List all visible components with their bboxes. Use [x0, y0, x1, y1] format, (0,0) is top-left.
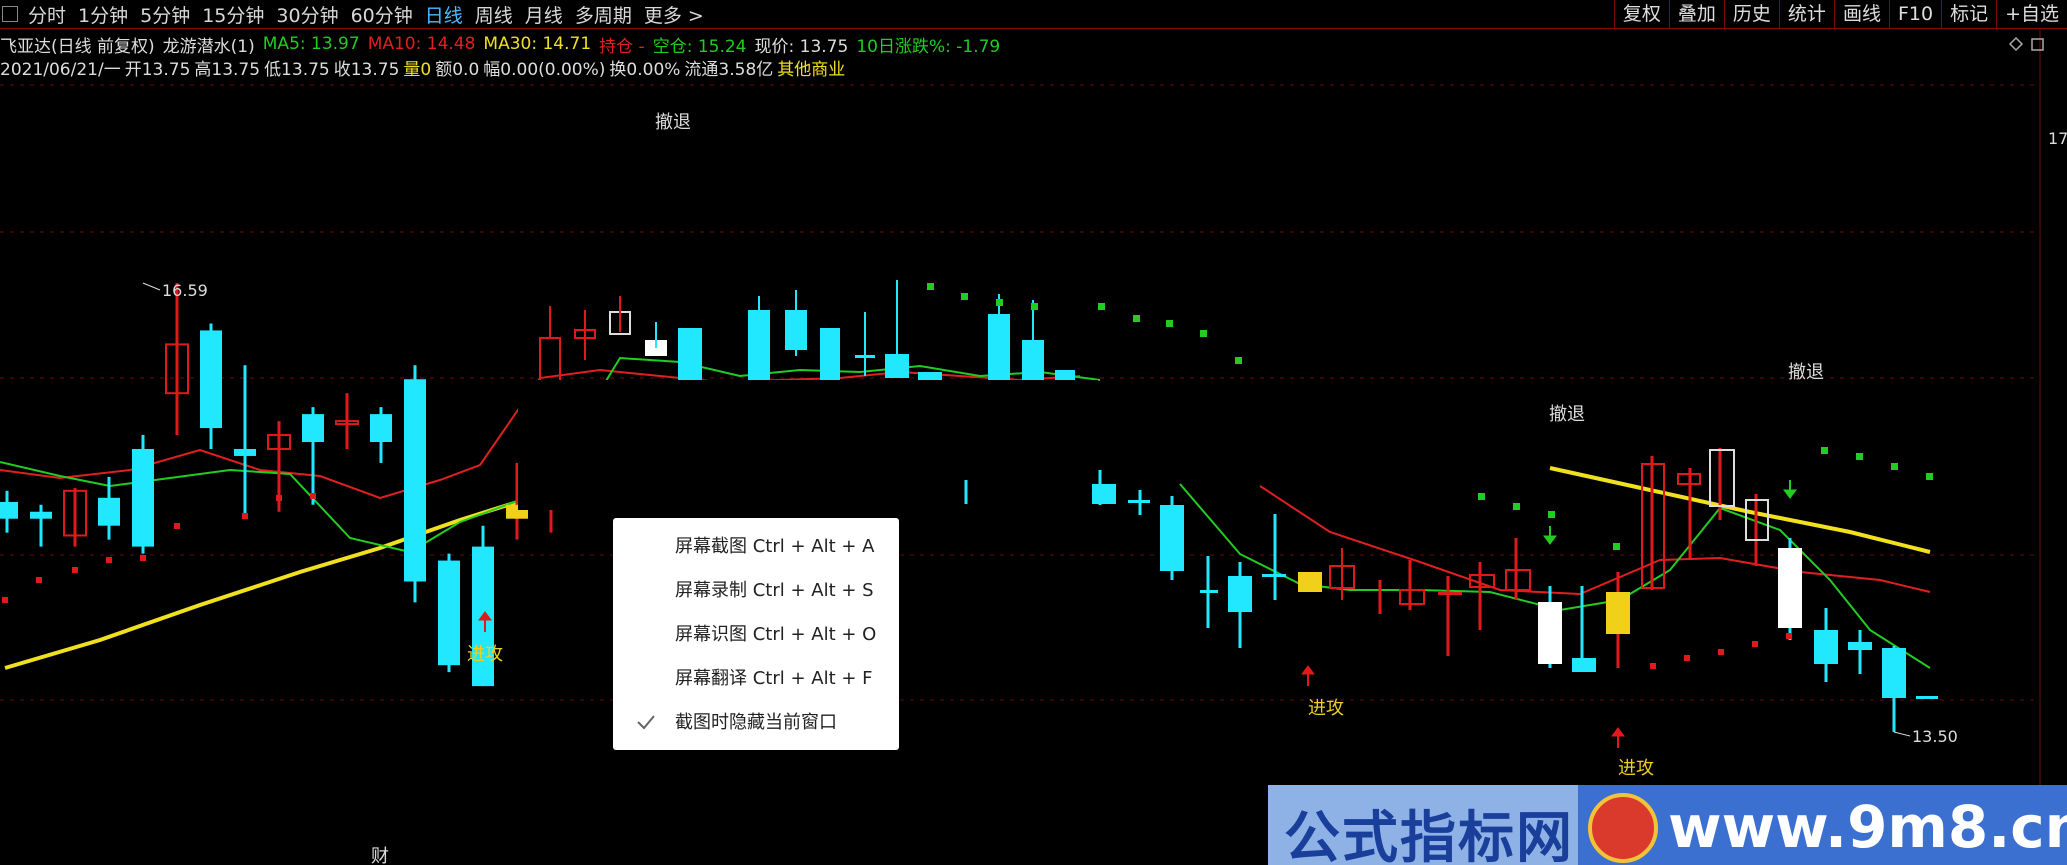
tab-more[interactable]: 更多 >: [638, 1, 710, 28]
candle-body: [234, 448, 256, 456]
ma10-line-right: [1259, 485, 1931, 596]
tab-weekly[interactable]: 周线: [469, 1, 519, 28]
statistics-button[interactable]: 统计: [1778, 0, 1834, 28]
overlay-button[interactable]: 叠加: [1668, 0, 1724, 28]
candles-group: [0, 283, 563, 687]
add-watchlist-button[interactable]: +自选: [1996, 0, 2067, 28]
tab-30min[interactable]: 30分钟: [270, 1, 344, 28]
tab-1min[interactable]: 1分钟: [72, 1, 134, 28]
menu-item-screen-ocr[interactable]: 屏幕识图 Ctrl + Alt + O: [675, 620, 876, 650]
tab-5min[interactable]: 5分钟: [134, 1, 196, 28]
menu-item-screen-translate[interactable]: 屏幕翻译 Ctrl + Alt + F: [675, 664, 873, 694]
ma30-line-right: [1549, 466, 1931, 554]
toolbar-right-buttons: 复权 叠加 历史 统计 画线 F10 标记 +自选: [1613, 0, 2067, 28]
restore-rights-button[interactable]: 复权: [1613, 0, 1669, 28]
tab-monthly[interactable]: 月线: [519, 1, 569, 28]
high-price-marker: 16.59: [142, 281, 208, 300]
menu-icon[interactable]: [2, 6, 18, 22]
retreat-label: 撤退: [1549, 404, 1585, 425]
tab-fenshi[interactable]: 分时: [22, 1, 72, 28]
candle-body: [0, 501, 18, 519]
tab-multi-period[interactable]: 多周期: [569, 1, 638, 28]
candle-body: [302, 414, 324, 443]
attack-label: 进攻: [467, 644, 503, 665]
chart-mask: [518, 380, 1098, 510]
history-button[interactable]: 历史: [1723, 0, 1779, 28]
candle-body: [370, 414, 392, 443]
diamond-icon[interactable]: [2008, 36, 2024, 52]
period-toolbar: 分时 1分钟 5分钟 15分钟 30分钟 60分钟 日线 周线 月线 多周期 更…: [0, 0, 2067, 29]
attack-label: 进攻: [1618, 758, 1654, 779]
candle-body: [438, 560, 460, 666]
high-price-label: 16.59: [162, 281, 208, 300]
attack-label: 进攻: [1308, 698, 1344, 719]
tab-15min[interactable]: 15分钟: [196, 1, 270, 28]
side-number: 17: [2048, 129, 2067, 148]
watermark-url-text: www.9m8.cn: [1668, 793, 2067, 861]
static-candles: [1092, 448, 1938, 732]
menu-item-hide-window[interactable]: 截图时隐藏当前窗口: [675, 708, 837, 738]
candle-body: [98, 497, 120, 526]
finance-marker[interactable]: 财: [371, 846, 389, 865]
check-icon: [637, 715, 655, 730]
candle-body: [132, 448, 154, 547]
mid-candles: [539, 280, 1075, 384]
tab-60min[interactable]: 60分钟: [345, 1, 419, 28]
watermark-logo-icon: [1588, 793, 1658, 863]
retreat-label: 撤退: [655, 112, 691, 133]
candle-body: [404, 379, 426, 582]
screenshot-context-menu: 屏幕截图 Ctrl + Alt + A 屏幕录制 Ctrl + Alt + S …: [613, 518, 899, 750]
menu-item-screen-record[interactable]: 屏幕录制 Ctrl + Alt + S: [675, 576, 874, 606]
site-watermark: 公式指标网 www.9m8.cn: [1268, 785, 2067, 865]
f10-button[interactable]: F10: [1888, 0, 1941, 28]
candle-body: [200, 330, 222, 429]
tab-daily[interactable]: 日线: [419, 1, 469, 28]
draw-line-button[interactable]: 画线: [1833, 0, 1889, 28]
kline-chart[interactable]: 17 进攻 进攻 进攻 撤退 撤退 撤退 财 16.59 13.50: [0, 28, 2067, 865]
candle-body: [30, 511, 52, 519]
low-price-marker: 13.50: [1893, 727, 1958, 746]
window-restore-icon[interactable]: [2031, 38, 2044, 51]
mark-button[interactable]: 标记: [1941, 0, 1996, 28]
watermark-cn-text: 公式指标网: [1284, 806, 1574, 865]
retreat-label: 撤退: [1788, 362, 1824, 383]
menu-item-screenshot[interactable]: 屏幕截图 Ctrl + Alt + A: [675, 532, 875, 562]
low-price-label: 13.50: [1912, 727, 1958, 746]
